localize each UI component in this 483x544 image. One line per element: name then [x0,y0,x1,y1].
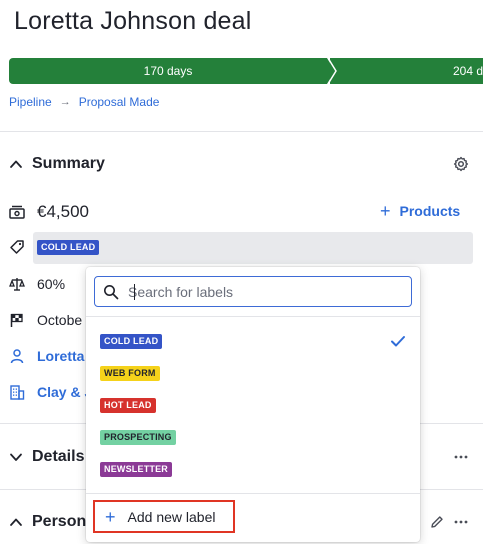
gear-icon[interactable] [452,155,470,173]
breadcrumb-stage[interactable]: Proposal Made [79,95,160,109]
checkmark-icon [391,336,405,347]
summary-section-toggle[interactable]: Summary [9,155,105,173]
stage-next[interactable]: 204 d [330,58,483,84]
label-field[interactable]: COLD LEAD [33,232,473,264]
person-link[interactable]: Loretta [37,348,84,364]
search-icon [104,284,119,299]
label-tag-cold-lead: COLD LEAD [37,240,100,255]
details-section-toggle[interactable]: Details [9,448,84,466]
products-label: Products [399,203,461,219]
add-new-label-button[interactable]: + Add new label [93,500,235,533]
pencil-icon[interactable] [428,513,446,531]
label-option-tag: NEWSLETTER [100,461,172,477]
stage-current[interactable]: 170 days [9,58,327,84]
building-icon [9,384,25,400]
chevron-up-icon [10,160,22,168]
add-new-label-text: Add new label [127,508,216,525]
deal-title: Loretta Johnson deal [14,7,252,35]
scale-icon [9,276,25,292]
stage-separator-chevron [319,58,337,84]
chevron-up-icon [10,518,22,526]
dropdown-divider [86,316,420,317]
label-option[interactable]: PROSPECTING [100,426,406,448]
flag-icon [9,312,25,328]
person-row: Loretta [9,348,84,364]
label-option-tag: PROSPECTING [100,429,176,445]
chevron-down-icon [10,453,22,461]
text-caret [134,283,135,300]
organization-row: Clay & J [9,384,92,400]
probability-value[interactable]: 60% [37,276,65,292]
label-option[interactable]: HOT LEAD [100,394,406,416]
person-section-toggle[interactable]: Person [9,513,86,531]
summary-heading: Summary [32,155,105,172]
organization-link[interactable]: Clay & J [37,384,92,400]
label-dropdown: Search for labels COLD LEAD WEB FORM HOT L… [86,267,420,542]
details-heading: Details [32,448,85,465]
pipeline-stage-bar: 170 days 204 d [9,58,483,84]
probability-row: 60% [9,276,65,292]
label-option-tag: HOT LEAD [100,397,156,413]
stage-current-days: 170 days [143,64,193,78]
breadcrumb-pipeline[interactable]: Pipeline [9,95,52,109]
label-option[interactable]: COLD LEAD [100,330,406,352]
person-icon [9,348,25,364]
person-heading: Person [32,513,87,530]
dropdown-divider [86,493,420,494]
label-option-tag: COLD LEAD [100,333,163,349]
breadcrumb: Pipeline → Proposal Made [9,95,159,109]
label-option-tag: WEB FORM [100,365,160,381]
products-button[interactable]: + Products [380,201,461,221]
money-icon [9,204,25,220]
plus-icon: + [380,201,391,221]
label-option[interactable]: WEB FORM [100,362,406,384]
tag-icon [9,239,25,255]
amount-row: €4,500 [9,202,89,222]
close-date-value[interactable]: Octobe [37,312,82,328]
deal-amount[interactable]: €4,500 [37,202,89,222]
search-placeholder: Search for labels [128,283,234,300]
label-option[interactable]: NEWSLETTER [100,458,406,480]
close-date-row: Octobe [9,312,82,328]
label-search-field[interactable]: Search for labels [94,276,412,307]
arrow-right-icon: → [59,96,71,108]
plus-icon: + [105,506,116,527]
stage-next-days: 204 d [452,64,483,78]
divider [0,131,483,132]
more-options-icon[interactable] [452,513,470,531]
more-options-icon[interactable] [452,448,470,466]
